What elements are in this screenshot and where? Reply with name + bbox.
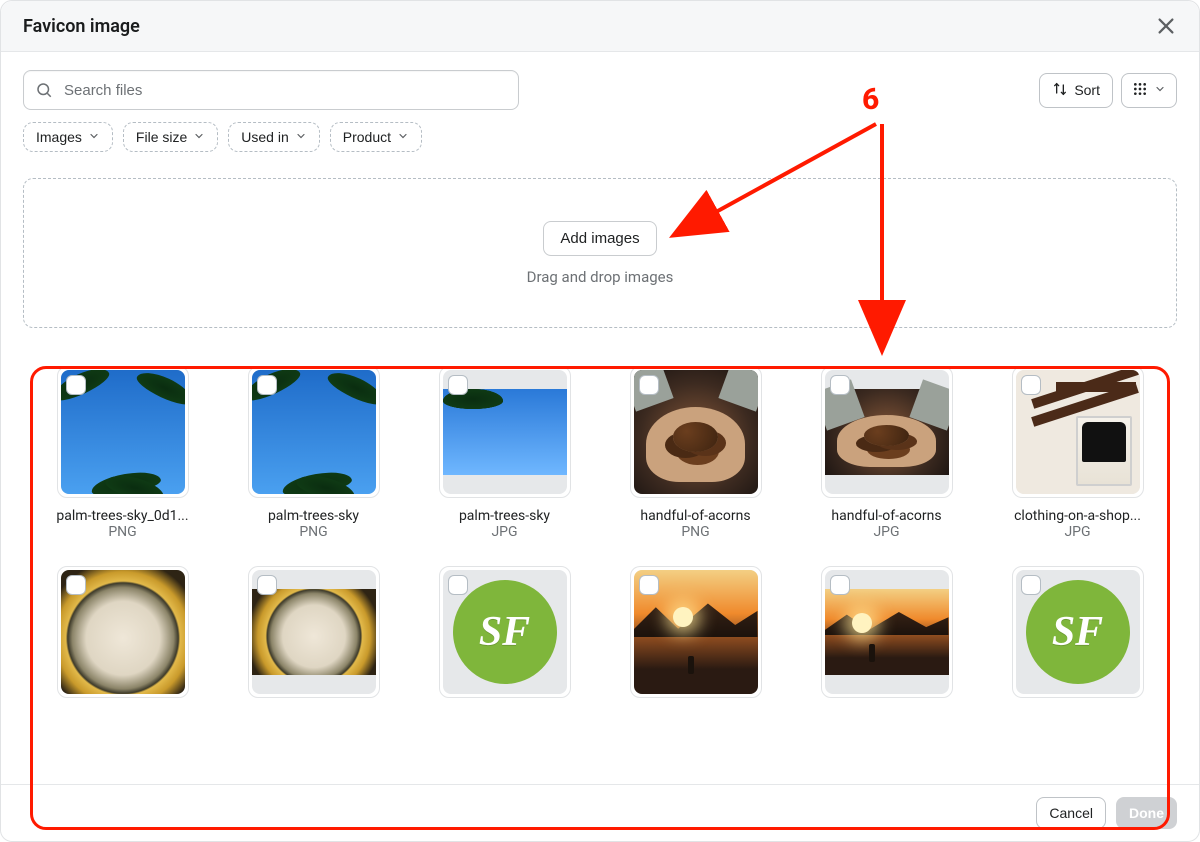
file-type: JPG <box>873 524 899 540</box>
cancel-button[interactable]: Cancel <box>1036 797 1106 829</box>
file-card[interactable]: palm-trees-skyPNG <box>232 366 395 540</box>
file-card[interactable]: SF <box>423 566 586 698</box>
file-name: handful-of-acorns <box>831 508 941 524</box>
modal-footer: Cancel Done <box>1 784 1199 841</box>
file-card[interactable] <box>41 566 204 698</box>
file-thumbnail[interactable] <box>57 566 189 698</box>
file-card[interactable] <box>232 566 395 698</box>
file-thumbnail[interactable] <box>1012 366 1144 498</box>
file-thumbnail[interactable] <box>248 366 380 498</box>
select-checkbox[interactable] <box>66 575 86 595</box>
chevron-down-icon <box>193 129 205 145</box>
file-thumbnail[interactable] <box>439 366 571 498</box>
add-images-button[interactable]: Add images <box>543 221 656 256</box>
gallery-grid: palm-trees-sky_0d1...PNGpalm-trees-skyPN… <box>23 344 1177 708</box>
filter-label: Used in <box>241 129 288 145</box>
file-card[interactable] <box>614 566 777 698</box>
filters: Images File size Used in Product <box>1 120 1199 166</box>
file-thumbnail[interactable] <box>630 566 762 698</box>
modal-title: Favicon image <box>23 16 140 37</box>
file-card[interactable]: clothing-on-a-shop...JPG <box>996 366 1159 540</box>
chevron-down-icon <box>295 129 307 145</box>
file-thumbnail[interactable] <box>630 366 762 498</box>
file-type: PNG <box>108 524 136 540</box>
select-checkbox[interactable] <box>639 375 659 395</box>
toolbar: Sort <box>1 52 1199 120</box>
filter-label: Images <box>36 129 82 145</box>
favicon-modal: Favicon image Sort <box>0 0 1200 842</box>
select-checkbox[interactable] <box>1021 575 1041 595</box>
file-card[interactable]: palm-trees-sky_0d1...PNG <box>41 366 204 540</box>
file-thumbnail[interactable] <box>57 366 189 498</box>
select-checkbox[interactable] <box>639 575 659 595</box>
file-name: palm-trees-sky <box>459 508 550 524</box>
select-checkbox[interactable] <box>257 375 277 395</box>
dropzone[interactable]: Add images Drag and drop images <box>23 178 1177 328</box>
file-card[interactable]: handful-of-acornsJPG <box>805 366 968 540</box>
search-input[interactable] <box>23 70 519 110</box>
gallery-container: palm-trees-sky_0d1...PNGpalm-trees-skyPN… <box>23 344 1177 784</box>
select-checkbox[interactable] <box>1021 375 1041 395</box>
chevron-down-icon <box>1154 82 1166 98</box>
filter-label: Product <box>343 129 391 145</box>
file-thumbnail[interactable] <box>821 566 953 698</box>
file-card[interactable]: SF <box>996 566 1159 698</box>
dropzone-hint: Drag and drop images <box>527 268 674 286</box>
close-icon[interactable] <box>1155 15 1177 37</box>
search-icon <box>35 81 53 99</box>
file-thumbnail[interactable]: SF <box>439 566 571 698</box>
chevron-down-icon <box>88 129 100 145</box>
done-button[interactable]: Done <box>1116 797 1177 829</box>
right-controls: Sort <box>1039 73 1177 108</box>
file-type: JPG <box>491 524 517 540</box>
file-thumbnail[interactable] <box>248 566 380 698</box>
file-thumbnail[interactable] <box>821 366 953 498</box>
sort-label: Sort <box>1074 82 1100 98</box>
sort-icon <box>1052 81 1068 100</box>
view-toggle-button[interactable] <box>1121 73 1177 108</box>
filter-used-in[interactable]: Used in <box>228 122 319 152</box>
sort-button[interactable]: Sort <box>1039 73 1113 108</box>
file-type: JPG <box>1064 524 1090 540</box>
file-thumbnail[interactable]: SF <box>1012 566 1144 698</box>
file-name: palm-trees-sky <box>268 508 359 524</box>
filter-label: File size <box>136 129 187 145</box>
file-card[interactable]: palm-trees-skyJPG <box>423 366 586 540</box>
chevron-down-icon <box>397 129 409 145</box>
file-card[interactable]: handful-of-acornsPNG <box>614 366 777 540</box>
select-checkbox[interactable] <box>830 375 850 395</box>
search-field[interactable] <box>23 70 519 110</box>
filter-file-size[interactable]: File size <box>123 122 218 152</box>
modal-header: Favicon image <box>1 1 1199 52</box>
filter-product[interactable]: Product <box>330 122 422 152</box>
file-type: PNG <box>681 524 709 540</box>
grid-icon <box>1132 81 1148 100</box>
select-checkbox[interactable] <box>66 375 86 395</box>
file-name: clothing-on-a-shop... <box>1014 508 1141 524</box>
file-card[interactable] <box>805 566 968 698</box>
file-name: handful-of-acorns <box>640 508 750 524</box>
select-checkbox[interactable] <box>257 575 277 595</box>
file-type: PNG <box>299 524 327 540</box>
select-checkbox[interactable] <box>830 575 850 595</box>
filter-images[interactable]: Images <box>23 122 113 152</box>
file-name: palm-trees-sky_0d1... <box>56 508 188 524</box>
select-checkbox[interactable] <box>448 375 468 395</box>
select-checkbox[interactable] <box>448 575 468 595</box>
